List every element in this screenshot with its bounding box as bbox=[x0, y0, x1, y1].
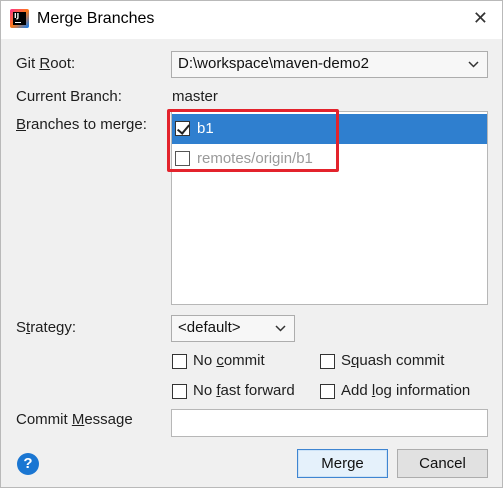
current-branch-value: master bbox=[172, 88, 218, 105]
dialog-title: Merge Branches bbox=[37, 10, 155, 27]
branch-checkbox-b1[interactable] bbox=[175, 121, 190, 136]
no-fast-forward-checkbox[interactable] bbox=[172, 384, 187, 399]
cancel-button[interactable]: Cancel bbox=[397, 449, 488, 478]
no-fast-forward-label: No fast forward bbox=[193, 382, 295, 399]
merge-branches-dialog: IJ Merge Branches ✕ Git Root: D:\workspa… bbox=[0, 0, 503, 488]
branch-label: b1 bbox=[197, 120, 214, 137]
git-root-dropdown[interactable]: D:\workspace\maven-demo2 bbox=[171, 51, 488, 78]
branch-item-origin-b1[interactable]: remotes/origin/b1 bbox=[172, 144, 487, 174]
branches-to-merge-label: Branches to merge: bbox=[16, 116, 147, 133]
chevron-down-icon bbox=[468, 61, 479, 68]
close-icon[interactable]: ✕ bbox=[473, 8, 488, 29]
help-icon[interactable]: ? bbox=[17, 453, 39, 475]
branches-list[interactable]: b1 remotes/origin/b1 bbox=[171, 111, 488, 305]
git-root-value: D:\workspace\maven-demo2 bbox=[178, 55, 369, 72]
branch-checkbox-origin-b1[interactable] bbox=[175, 151, 190, 166]
strategy-label: Strategy: bbox=[16, 319, 77, 336]
title-bar[interactable]: IJ Merge Branches ✕ bbox=[1, 1, 502, 39]
git-root-label: Git Root: bbox=[16, 55, 76, 72]
merge-button[interactable]: Merge bbox=[297, 449, 388, 478]
squash-commit-label: Squash commit bbox=[341, 352, 445, 369]
no-commit-label: No commit bbox=[193, 352, 265, 369]
no-commit-checkbox[interactable] bbox=[172, 354, 187, 369]
commit-message-label: Commit Message bbox=[16, 411, 133, 428]
chevron-down-icon bbox=[275, 325, 286, 332]
branch-label: remotes/origin/b1 bbox=[197, 150, 313, 167]
current-branch-label: Current Branch: bbox=[16, 88, 122, 105]
add-log-information-label: Add log information bbox=[341, 382, 471, 399]
squash-commit-checkbox[interactable] bbox=[320, 354, 335, 369]
add-log-information-checkbox[interactable] bbox=[320, 384, 335, 399]
strategy-dropdown[interactable]: <default> bbox=[171, 315, 295, 342]
commit-message-input[interactable] bbox=[171, 409, 488, 437]
intellij-icon: IJ bbox=[10, 9, 29, 28]
branch-item-b1[interactable]: b1 bbox=[172, 114, 487, 144]
strategy-value: <default> bbox=[178, 319, 241, 336]
